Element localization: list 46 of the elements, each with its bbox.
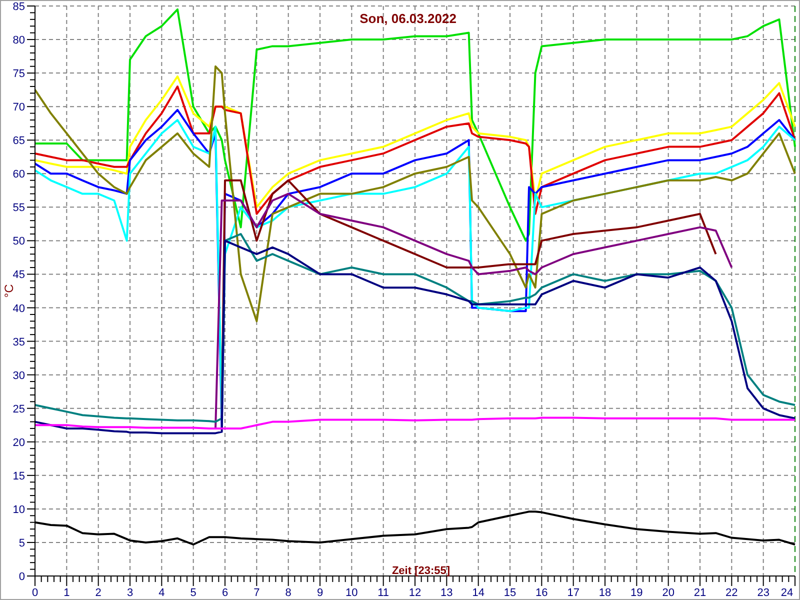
x-tick-label: 3: [126, 587, 134, 599]
y-tick-label: 35: [12, 336, 25, 348]
y-tick-label: 45: [12, 269, 25, 282]
y-tick-label: 0: [18, 571, 25, 583]
x-tick-label: 21: [694, 587, 706, 599]
x-tick-label: 4: [158, 587, 165, 599]
y-tick-label: 25: [12, 403, 25, 416]
x-tick-label: 6: [222, 587, 228, 599]
x-tick-label: 19: [630, 587, 643, 599]
x-tick-label: 15: [504, 587, 516, 599]
x-tick-label: 7: [254, 587, 260, 599]
y-tick-label: 30: [12, 370, 25, 382]
y-tick-label: 65: [12, 135, 25, 148]
y-tick-label: 70: [12, 102, 25, 114]
y-tick-label: 20: [12, 436, 25, 449]
x-tick-label: 2: [95, 587, 102, 599]
x-tick-label: 11: [378, 587, 390, 599]
x-tick-label: 5: [190, 587, 196, 599]
y-axis-title: °C: [2, 284, 16, 298]
y-tick-label: 60: [12, 168, 25, 181]
x-tick-label: 10: [346, 587, 358, 599]
y-tick-label: 80: [12, 34, 25, 47]
x-tick-label: 17: [567, 587, 580, 599]
x-tick-label: 23: [757, 587, 770, 599]
x-tick-label: 16: [536, 587, 548, 599]
chart-title: Son, 06.03.2022: [360, 11, 456, 26]
y-tick-label: 55: [12, 202, 25, 214]
x-tick-label: 0: [32, 587, 38, 599]
y-tick-label: 85: [12, 1, 25, 13]
y-tick-label: 50: [12, 236, 25, 248]
y-tick-label: 75: [12, 68, 25, 80]
x-tick-label: 1: [64, 587, 70, 599]
y-tick-label: 10: [12, 504, 25, 516]
x-tick-label: 24: [780, 587, 794, 599]
y-tick-label: 5: [18, 537, 25, 550]
x-tick-label: 14: [472, 587, 484, 599]
x-axis-title: Zeit [23:55]: [392, 565, 450, 577]
x-tick-label: 18: [598, 587, 612, 599]
y-tick-label: 15: [12, 470, 25, 482]
y-tick-label: 40: [12, 302, 25, 315]
x-tick-label: 22: [726, 587, 738, 599]
x-tick-label: 9: [316, 587, 324, 599]
x-tick-label: 13: [440, 587, 453, 599]
x-tick-label: 8: [285, 587, 292, 599]
x-tick-label: 20: [662, 587, 674, 599]
x-tick-label: 12: [408, 587, 422, 599]
